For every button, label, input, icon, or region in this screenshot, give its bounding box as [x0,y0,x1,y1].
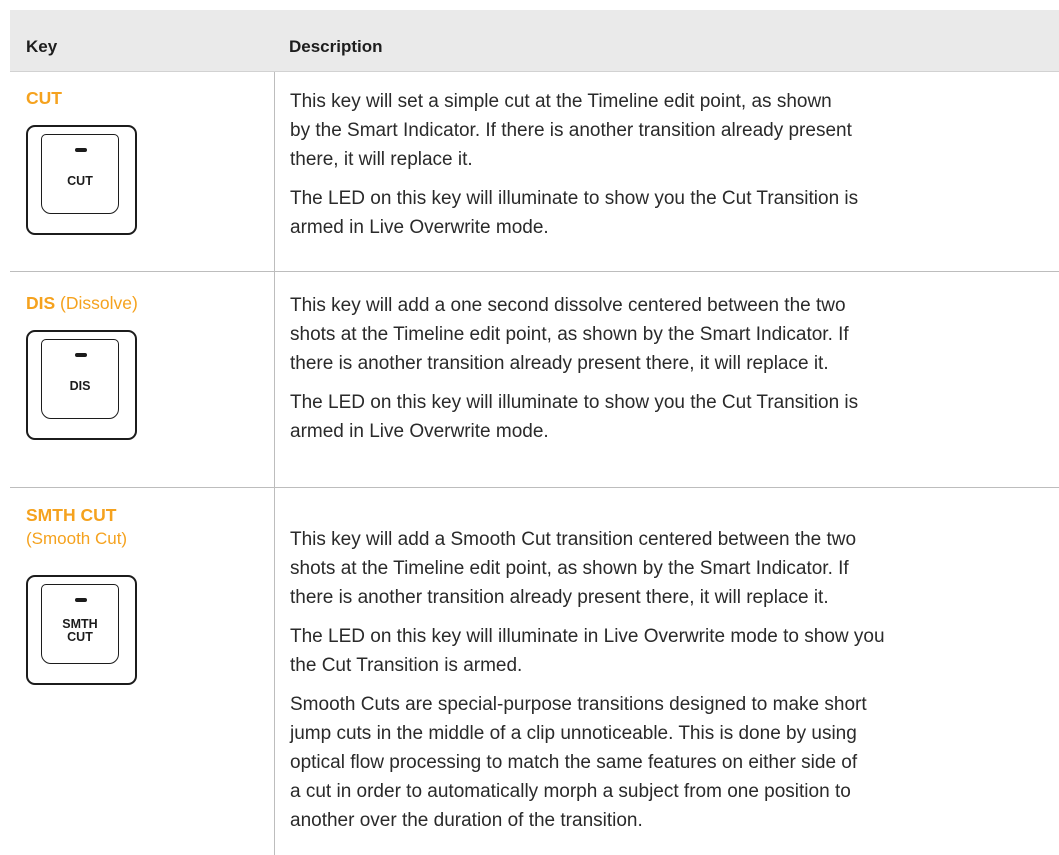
led-indicator [75,353,87,357]
key-description: This key will set a simple cut at the Ti… [290,87,1050,252]
text-line: armed in Live Overwrite mode. [290,217,549,238]
keycap-face: SMTH CUT [41,584,119,664]
description-column-header: Description [289,37,383,56]
text-line: there is another transition already pres… [290,353,829,374]
key-name: CUT [26,88,62,108]
row-separator [10,271,1059,272]
text-line: armed in Live Overwrite mode. [290,421,549,442]
row-separator [10,487,1059,488]
text-line: This key will add a Smooth Cut transitio… [290,529,857,550]
key-subtitle: (Smooth Cut) [26,529,128,548]
text-line: Smooth Cuts are special-purpose transiti… [290,694,867,715]
text-line: by the Smart Indicator. If there is anot… [290,120,852,141]
keycap-label: DIS [69,379,91,393]
key-suffix: (Dissolve) [55,293,138,313]
key-title: DIS (Dissolve) [26,291,138,315]
led-indicator [75,148,87,152]
keycap-face: CUT [41,134,119,214]
text-line: optical flow processing to match the sam… [290,752,858,773]
keycap-label: CUT [67,630,93,644]
key-title: CUT [26,86,62,110]
table-header: Key Description [10,10,1059,72]
description-paragraph: The LED on this key will illuminate to s… [290,388,1050,446]
text-line: The LED on this key will illuminate in L… [290,626,885,647]
text-line: shots at the Timeline edit point, as sho… [290,324,849,345]
text-line: another over the duration of the transit… [290,810,643,831]
description-paragraph: This key will add a Smooth Cut transitio… [290,525,1050,612]
description-paragraph: This key will add a one second dissolve … [290,291,1050,378]
keycap-face: DIS [41,339,119,419]
key-column-header: Key [26,37,58,56]
text-line: The LED on this key will illuminate to s… [290,188,859,209]
text-line: This key will set a simple cut at the Ti… [290,91,832,112]
cut-key-icon: CUT [26,125,137,235]
description-paragraph: The LED on this key will illuminate in L… [290,622,1050,680]
led-indicator [75,598,87,602]
key-name: DIS [26,293,56,313]
text-line: The LED on this key will illuminate to s… [290,392,859,413]
description-paragraph: Smooth Cuts are special-purpose transiti… [290,690,1050,835]
key-title: SMTH CUT [26,503,116,527]
text-line: a cut in order to automatically morph a … [290,781,851,802]
text-line: there, it will replace it. [290,149,473,170]
description-paragraph: This key will set a simple cut at the Ti… [290,87,1050,174]
keycap-label: CUT [67,174,93,188]
column-divider [274,72,275,855]
description-paragraph: The LED on this key will illuminate to s… [290,184,1050,242]
key-description: This key will add a one second dissolve … [290,291,1050,456]
text-line: the Cut Transition is armed. [290,655,523,676]
text-line: This key will add a one second dissolve … [290,295,846,316]
key-name: SMTH CUT [26,505,117,525]
key-description: This key will add a Smooth Cut transitio… [290,525,1050,845]
dis-key-icon: DIS [26,330,137,440]
text-line: shots at the Timeline edit point, as sho… [290,558,849,579]
text-line: there is another transition already pres… [290,587,829,608]
text-line: jump cuts in the middle of a clip unnoti… [290,723,857,744]
smooth-cut-key-icon: SMTH CUT [26,575,137,685]
